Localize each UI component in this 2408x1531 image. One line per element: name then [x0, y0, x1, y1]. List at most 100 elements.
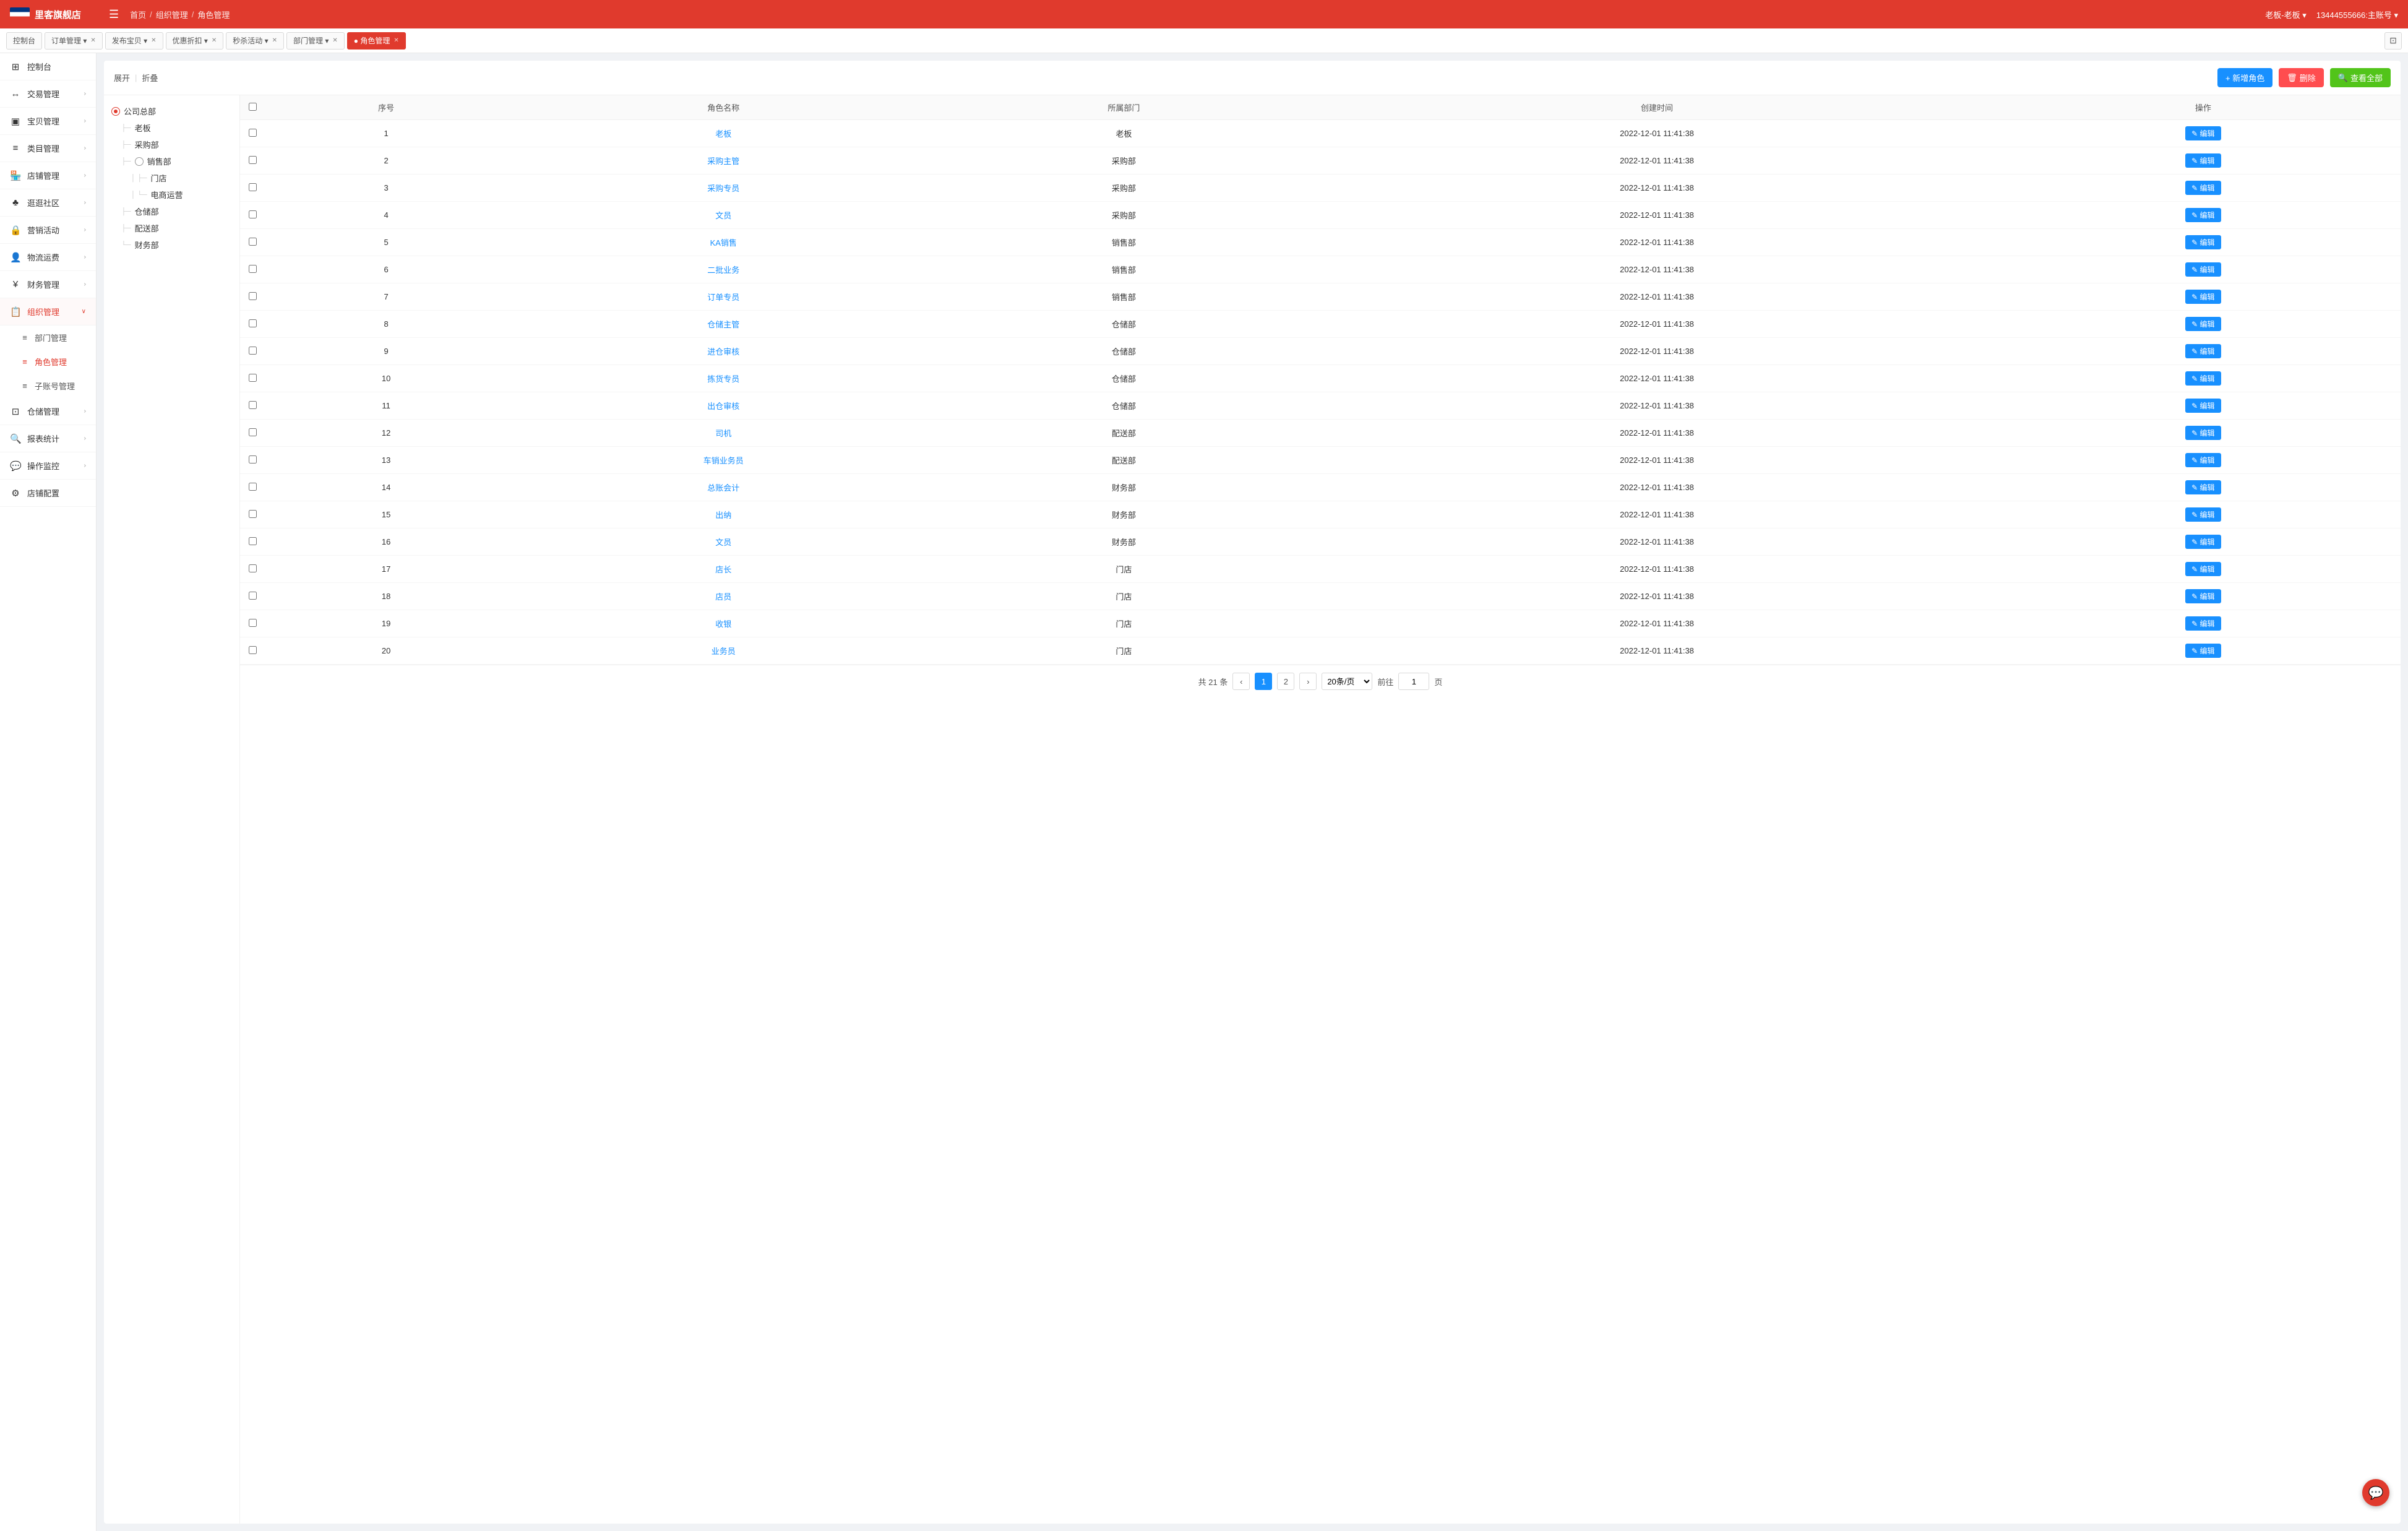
- tab-discount-close[interactable]: ✕: [212, 37, 217, 44]
- edit-button-13[interactable]: ✎ 编辑: [2185, 453, 2221, 467]
- sidebar-item-dashboard[interactable]: ⊞ 控制台: [0, 53, 96, 80]
- sidebar-item-warehouse[interactable]: ⊡ 仓储管理 ›: [0, 398, 96, 425]
- prev-page-btn[interactable]: ‹: [1232, 673, 1250, 690]
- row-checkbox-9[interactable]: [249, 347, 257, 355]
- tab-dashboard[interactable]: 控制台: [6, 32, 42, 50]
- tab-flash[interactable]: 秒杀活动 ▾✕: [226, 32, 284, 50]
- row-checkbox-5[interactable]: [249, 238, 257, 246]
- row-checkbox-18[interactable]: [249, 592, 257, 600]
- row-name-12[interactable]: 司机: [507, 420, 939, 447]
- row-name-6[interactable]: 二批业务: [507, 256, 939, 283]
- row-name-18[interactable]: 店员: [507, 583, 939, 610]
- tab-flash-close[interactable]: ✕: [272, 37, 277, 44]
- edit-button-19[interactable]: ✎ 编辑: [2185, 616, 2221, 631]
- sidebar-item-transaction[interactable]: ↔ 交易管理 ›: [0, 80, 96, 108]
- row-checkbox-12[interactable]: [249, 428, 257, 436]
- row-checkbox-11[interactable]: [249, 401, 257, 409]
- page-1-btn[interactable]: 1: [1255, 673, 1272, 690]
- sidebar-item-monitor[interactable]: 💬 操作监控 ›: [0, 452, 96, 480]
- row-checkbox-7[interactable]: [249, 292, 257, 300]
- expand-btn[interactable]: 展开: [114, 72, 130, 84]
- row-name-20[interactable]: 业务员: [507, 637, 939, 665]
- tab-publish-close[interactable]: ✕: [151, 37, 156, 44]
- sidebar-item-org[interactable]: 📋 组织管理 ∨: [0, 298, 96, 326]
- row-checkbox-6[interactable]: [249, 265, 257, 273]
- row-name-17[interactable]: 店长: [507, 556, 939, 583]
- sidebar-item-logistics[interactable]: 👤 物流运费 ›: [0, 244, 96, 271]
- sidebar-item-report[interactable]: 🔍 报表统计 ›: [0, 425, 96, 452]
- tree-node-purchase[interactable]: ├─ 采购部: [121, 136, 232, 153]
- row-checkbox-1[interactable]: [249, 129, 257, 137]
- tree-node-boss[interactable]: ├─ 老板: [121, 119, 232, 136]
- edit-button-7[interactable]: ✎ 编辑: [2185, 290, 2221, 304]
- edit-button-15[interactable]: ✎ 编辑: [2185, 507, 2221, 522]
- row-name-5[interactable]: KA销售: [507, 229, 939, 256]
- edit-button-5[interactable]: ✎ 编辑: [2185, 235, 2221, 249]
- user-info[interactable]: 老板-老板 ▾: [2265, 9, 2306, 20]
- submenu-item-dept[interactable]: ≡ 部门管理: [0, 326, 96, 350]
- menu-icon[interactable]: ☰: [109, 8, 119, 21]
- add-role-button[interactable]: + 新增角色: [2217, 68, 2273, 87]
- tree-node-finance-dept[interactable]: └─ 财务部: [121, 236, 232, 253]
- row-checkbox-8[interactable]: [249, 319, 257, 327]
- row-checkbox-3[interactable]: [249, 183, 257, 191]
- sidebar-item-community[interactable]: ♣ 逛逛社区 ›: [0, 189, 96, 217]
- submenu-item-subaccount[interactable]: ≡ 子账号管理: [0, 374, 96, 398]
- float-chat-button[interactable]: 💬: [2362, 1479, 2389, 1506]
- sidebar-item-finance[interactable]: ¥ 财务管理 ›: [0, 271, 96, 298]
- row-name-3[interactable]: 采购专员: [507, 175, 939, 202]
- edit-button-3[interactable]: ✎ 编辑: [2185, 181, 2221, 195]
- edit-button-9[interactable]: ✎ 编辑: [2185, 344, 2221, 358]
- sidebar-item-config[interactable]: ⚙ 店铺配置: [0, 480, 96, 507]
- sidebar-item-treasure[interactable]: ▣ 宝贝管理 ›: [0, 108, 96, 135]
- row-checkbox-4[interactable]: [249, 210, 257, 218]
- tab-role[interactable]: ● 角色管理✕: [347, 32, 406, 50]
- row-name-19[interactable]: 收银: [507, 610, 939, 637]
- row-checkbox-19[interactable]: [249, 619, 257, 627]
- row-checkbox-15[interactable]: [249, 510, 257, 518]
- edit-button-10[interactable]: ✎ 编辑: [2185, 371, 2221, 386]
- row-name-1[interactable]: 老板: [507, 120, 939, 147]
- row-name-14[interactable]: 总账会计: [507, 474, 939, 501]
- collapse-btn[interactable]: 折叠: [142, 72, 158, 84]
- breadcrumb-org[interactable]: 组织管理: [156, 9, 188, 20]
- page-2-btn[interactable]: 2: [1277, 673, 1294, 690]
- tab-publish[interactable]: 发布宝贝 ▾✕: [105, 32, 163, 50]
- row-checkbox-17[interactable]: [249, 564, 257, 572]
- row-name-2[interactable]: 采购主管: [507, 147, 939, 175]
- row-name-11[interactable]: 出仓审核: [507, 392, 939, 420]
- edit-button-11[interactable]: ✎ 编辑: [2185, 399, 2221, 413]
- goto-input[interactable]: [1398, 673, 1429, 690]
- submenu-item-role[interactable]: ≡ 角色管理: [0, 350, 96, 374]
- sidebar-item-category[interactable]: ≡ 类目管理 ›: [0, 135, 96, 162]
- tab-discount[interactable]: 优惠折扣 ▾✕: [166, 32, 224, 50]
- page-size-select[interactable]: 20条/页 50条/页 100条/页: [1322, 673, 1372, 690]
- sidebar-item-store[interactable]: 🏪 店铺管理 ›: [0, 162, 96, 189]
- tree-node-company[interactable]: 公司总部: [111, 103, 232, 119]
- breadcrumb-role[interactable]: 角色管理: [197, 9, 230, 20]
- row-checkbox-16[interactable]: [249, 537, 257, 545]
- edit-button-2[interactable]: ✎ 编辑: [2185, 153, 2221, 168]
- row-checkbox-2[interactable]: [249, 156, 257, 164]
- row-checkbox-13[interactable]: [249, 455, 257, 464]
- tree-node-sales[interactable]: ├─ 销售部: [121, 153, 232, 170]
- row-name-13[interactable]: 车销业务员: [507, 447, 939, 474]
- row-name-8[interactable]: 仓储主管: [507, 311, 939, 338]
- edit-button-17[interactable]: ✎ 编辑: [2185, 562, 2221, 576]
- edit-button-18[interactable]: ✎ 编辑: [2185, 589, 2221, 603]
- tab-dept-close[interactable]: ✕: [332, 37, 337, 44]
- edit-button-20[interactable]: ✎ 编辑: [2185, 644, 2221, 658]
- row-name-10[interactable]: 拣货专员: [507, 365, 939, 392]
- view-all-button[interactable]: 🔍 查看全部: [2330, 68, 2391, 87]
- edit-button-4[interactable]: ✎ 编辑: [2185, 208, 2221, 222]
- edit-button-16[interactable]: ✎ 编辑: [2185, 535, 2221, 549]
- row-name-16[interactable]: 文员: [507, 528, 939, 556]
- row-name-9[interactable]: 进仓审核: [507, 338, 939, 365]
- tab-dept[interactable]: 部门管理 ▾✕: [286, 32, 345, 50]
- delete-button[interactable]: 🗑 删除: [2279, 68, 2324, 87]
- select-all-checkbox[interactable]: [249, 103, 257, 111]
- row-name-4[interactable]: 文员: [507, 202, 939, 229]
- breadcrumb-home[interactable]: 首页: [130, 9, 146, 20]
- edit-button-8[interactable]: ✎ 编辑: [2185, 317, 2221, 331]
- row-checkbox-20[interactable]: [249, 646, 257, 654]
